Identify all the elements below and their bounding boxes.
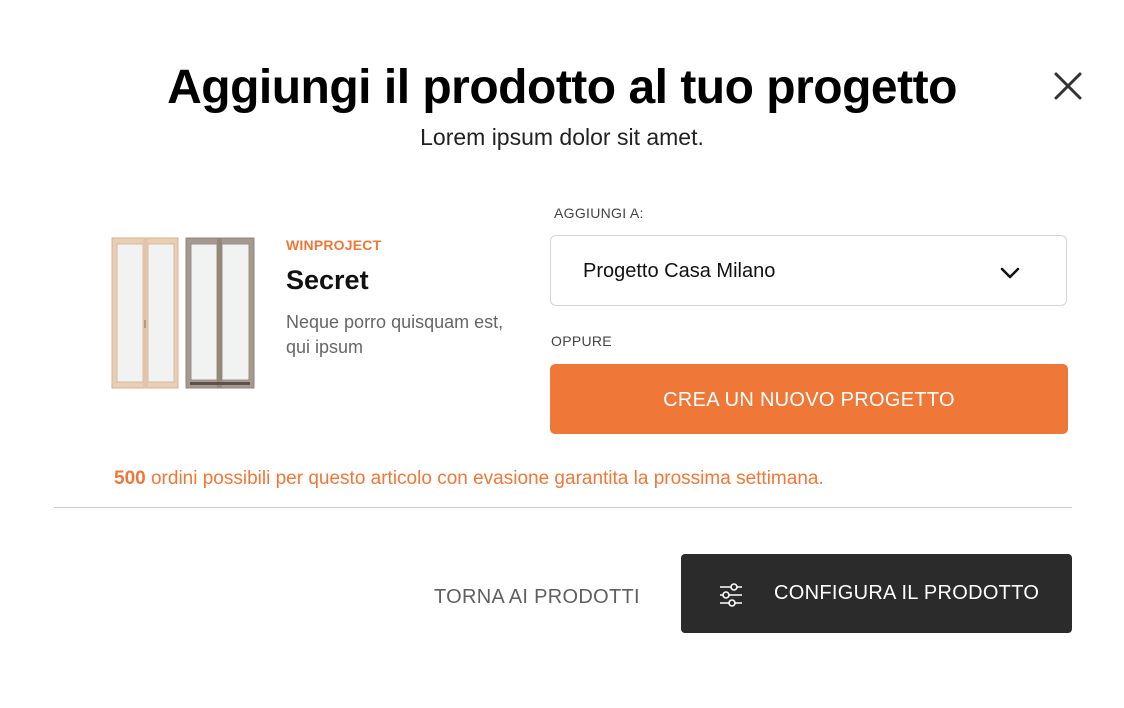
product-brand: WINPROJECT — [286, 237, 382, 253]
product-description: Neque porro quisquam est, qui ipsum — [286, 312, 504, 357]
sliders-icon — [720, 583, 742, 607]
modal-title: Aggiungi il prodotto al tuo progetto — [167, 61, 957, 114]
availability-count: 500 — [114, 468, 146, 489]
back-to-products-button[interactable]: TORNA AI PRODOTTI — [434, 586, 640, 609]
project-select-value: Progetto Casa Milano — [583, 260, 776, 282]
create-new-project-button[interactable]: CREA UN NUOVO PROGETTO — [550, 364, 1068, 434]
product-name: Secret — [286, 265, 369, 295]
divider — [54, 507, 1072, 508]
availability-message: 500 ordini possibili per questo articolo… — [114, 468, 824, 490]
close-button[interactable] — [1048, 66, 1088, 106]
add-to-label: AGGIUNGI A: — [554, 205, 644, 221]
close-icon — [1054, 72, 1082, 100]
or-label: OPPURE — [551, 333, 612, 349]
configure-product-button[interactable]: CONFIGURA IL PRODOTTO — [681, 554, 1072, 633]
chevron-down-icon — [1000, 267, 1020, 279]
configure-product-label: CONFIGURA IL PRODOTTO — [774, 582, 1040, 604]
availability-text: ordini possibili per questo articolo con… — [145, 468, 824, 489]
modal-subtitle: Lorem ipsum dolor sit amet. — [420, 124, 704, 150]
window-door-image — [110, 236, 256, 392]
add-to-project-modal: Aggiungi il prodotto al tuo progetto Lor… — [0, 0, 1124, 708]
project-select[interactable]: Progetto Casa Milano — [550, 235, 1067, 306]
